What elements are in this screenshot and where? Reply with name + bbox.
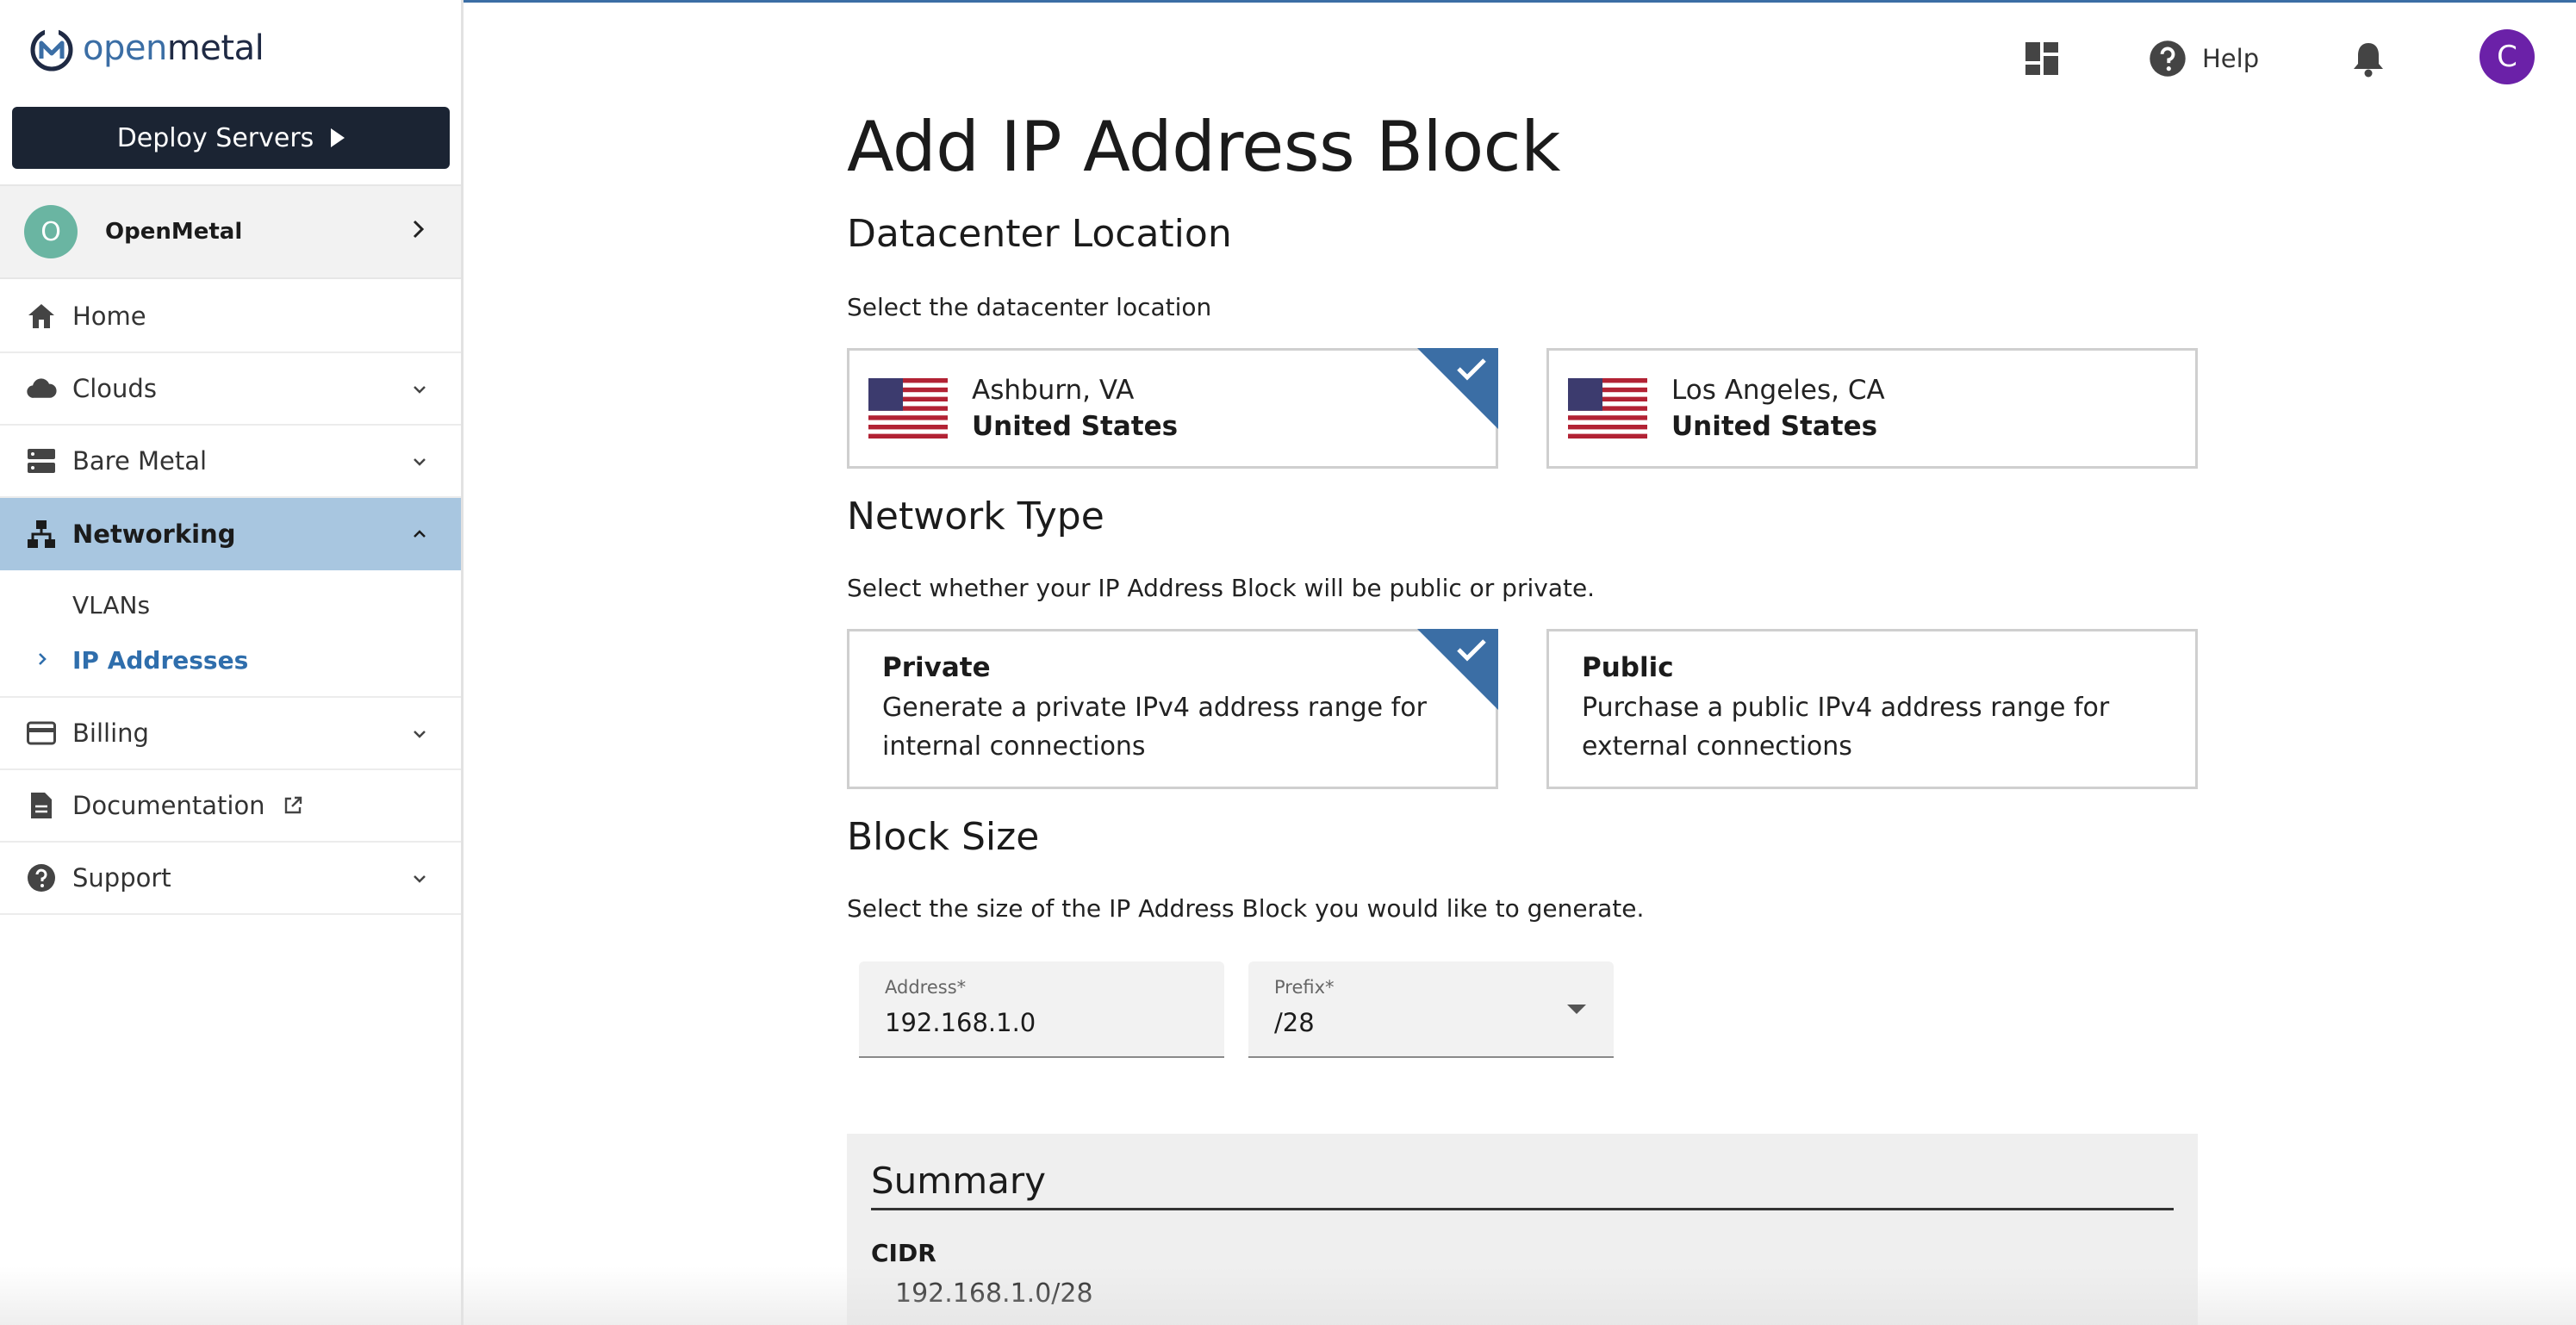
cidr-label: CIDR [871, 1239, 936, 1267]
sidebar-item-label: Networking [72, 519, 236, 549]
help-button[interactable]: Help [2149, 38, 2259, 79]
summary-panel: Summary CIDR 192.168.1.0/28 [847, 1134, 2198, 1325]
chevron-down-icon [414, 386, 426, 394]
cloud-icon [26, 373, 57, 404]
us-flag-icon [1568, 378, 1647, 439]
dashboard-grid-icon[interactable] [2025, 41, 2059, 76]
sidebar-item-label: Billing [72, 718, 149, 748]
location-card-ashburn[interactable]: Ashburn, VA United States [847, 348, 1498, 469]
server-icon [26, 445, 57, 476]
location-text: Los Angeles, CA United States [1671, 375, 1885, 442]
selected-check-icon [1417, 629, 1498, 710]
sidebar-item-label: Home [72, 302, 146, 331]
chevron-right-icon [39, 653, 47, 665]
networking-submenu: VLANs IP Addresses [0, 570, 461, 698]
selected-check-icon [1417, 348, 1498, 429]
prefix-field-label: Prefix* [1274, 977, 1335, 998]
openmetal-logo-mark-icon [30, 28, 73, 72]
sidebar-item-billing[interactable]: Billing [0, 698, 461, 770]
chevron-down-icon [414, 875, 426, 883]
organization-selector[interactable]: O OpenMetal [0, 184, 461, 279]
datacenter-section-title: Datacenter Location [847, 212, 1232, 256]
chevron-down-icon [414, 731, 426, 738]
network-type-section-title: Network Type [847, 495, 1104, 538]
sidebar-item-home[interactable]: Home [0, 281, 461, 353]
sidebar: openmetal Deploy Servers O OpenMetal Hom… [0, 0, 464, 1325]
deploy-servers-label: Deploy Servers [116, 122, 314, 153]
notification-bell-icon[interactable] [2350, 40, 2386, 78]
document-icon [26, 790, 57, 821]
help-label: Help [2202, 44, 2260, 73]
help-circle-icon [2150, 40, 2186, 77]
chevron-right-icon [413, 220, 425, 239]
network-type-title: Public [1582, 652, 1674, 683]
page-title: Add IP Address Block [847, 107, 1560, 187]
sidebar-item-label: Clouds [72, 374, 157, 403]
us-flag-icon [868, 378, 948, 439]
block-size-section-description: Select the size of the IP Address Block … [847, 894, 1645, 923]
network-type-card-public[interactable]: Public Purchase a public IPv4 address ra… [1546, 629, 2198, 789]
sidebar-item-support[interactable]: Support [0, 843, 461, 915]
subitem-label: VLANs [72, 590, 151, 619]
address-field[interactable]: Address* [859, 961, 1224, 1058]
deploy-servers-button[interactable]: Deploy Servers [12, 107, 450, 169]
help-circle-icon [26, 862, 57, 893]
location-country: United States [1671, 411, 1878, 442]
org-name: OpenMetal [105, 219, 243, 245]
credit-card-icon [26, 718, 57, 749]
sidebar-item-networking[interactable]: Networking [0, 498, 461, 570]
prefix-selected-value: /28 [1274, 1008, 1315, 1037]
subitem-label: IP Addresses [72, 645, 249, 675]
sidebar-item-label: Documentation [72, 791, 265, 820]
location-country: United States [972, 411, 1179, 442]
summary-divider [871, 1208, 2174, 1210]
network-type-description: Purchase a public IPv4 address range for… [1582, 693, 2110, 762]
chevron-down-icon [414, 458, 426, 466]
location-city: Los Angeles, CA [1671, 375, 1885, 406]
user-avatar[interactable]: C [2480, 29, 2535, 84]
chevron-up-icon [414, 530, 426, 538]
cidr-value: 192.168.1.0/28 [895, 1278, 1093, 1309]
location-text: Ashburn, VA United States [972, 375, 1178, 442]
address-input[interactable] [885, 1008, 1198, 1037]
external-link-icon [284, 796, 302, 814]
network-icon [26, 519, 57, 550]
sidebar-item-label: Bare Metal [72, 446, 208, 476]
network-type-title: Private [882, 652, 991, 683]
prefix-select[interactable]: Prefix* /28 [1248, 961, 1614, 1058]
sidebar-nav: Home Clouds Bare Metal Networking VLANs … [0, 281, 461, 915]
sidebar-item-documentation[interactable]: Documentation [0, 770, 461, 843]
dropdown-caret-icon [1567, 1005, 1586, 1014]
sidebar-item-clouds[interactable]: Clouds [0, 353, 461, 426]
play-icon [331, 128, 345, 147]
block-size-section-title: Block Size [847, 815, 1040, 859]
org-avatar: O [24, 205, 78, 258]
sidebar-item-label: Support [72, 863, 171, 893]
sidebar-subitem-vlans[interactable]: VLANs [0, 577, 461, 632]
sidebar-item-bare-metal[interactable]: Bare Metal [0, 426, 461, 498]
location-card-los-angeles[interactable]: Los Angeles, CA United States [1546, 348, 2198, 469]
network-type-card-private[interactable]: Private Generate a private IPv4 address … [847, 629, 1498, 789]
location-city: Ashburn, VA [972, 375, 1135, 406]
summary-title: Summary [871, 1160, 1046, 1202]
network-type-section-description: Select whether your IP Address Block wil… [847, 574, 1596, 602]
openmetal-logo[interactable]: openmetal [28, 21, 264, 76]
datacenter-section-description: Select the datacenter location [847, 293, 1212, 321]
network-type-description: Generate a private IPv4 address range fo… [882, 693, 1427, 762]
address-field-label: Address* [885, 977, 967, 998]
sidebar-subitem-ip-addresses[interactable]: IP Addresses [0, 632, 461, 687]
home-icon [26, 301, 57, 332]
logo-wordmark: openmetal [83, 28, 264, 68]
